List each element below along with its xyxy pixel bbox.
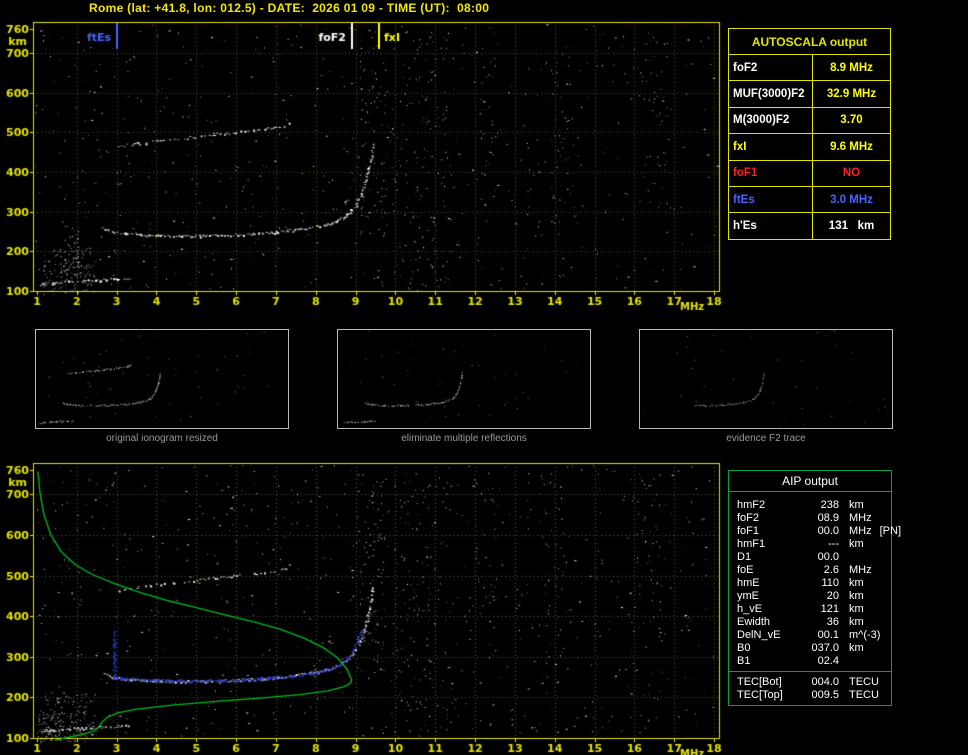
aip-row-value: 037.0	[811, 641, 839, 654]
aip-row-value: 004.0	[811, 675, 839, 688]
aip-row-unit: km	[849, 537, 864, 550]
thumbnail-caption-original: original ionogram resized	[106, 433, 218, 444]
aip-row-label: Ewidth	[737, 615, 771, 628]
aip-row-hme: hmE 110 km	[729, 576, 891, 589]
aip-row-fof2: foF2 08.9 MHz	[729, 511, 891, 524]
aip-output-table: AIP output hmF2 238 km foF2 08.9 MHz foF1 00.0 M…	[728, 470, 901, 706]
autoscala-row-m3000f2: M(3000)F2 3.70	[729, 106, 890, 134]
aip-row-unit: m^(-3)	[849, 628, 881, 641]
aip-row-value: 00.0	[817, 524, 839, 537]
aip-row-hve: h_vE 121 km	[729, 602, 891, 615]
aip-row-value: 238	[820, 498, 839, 511]
top-ionogram-canvas	[0, 13, 728, 313]
aip-row-unit: MHz	[849, 511, 872, 524]
aip-row-unit: km	[849, 641, 864, 654]
autoscala-row-label: foF2	[729, 55, 813, 81]
thumbnail-evidence-canvas	[640, 330, 892, 428]
autoscala-row-muf3000f2: MUF(3000)F2 32.9 MHz	[729, 80, 890, 107]
aip-row-value: 36	[826, 615, 839, 628]
aip-row-label: DelN_vE	[737, 628, 781, 641]
autoscala-table-rows: foF2 8.9 MHz MUF(3000)F2 32.9 MHz M(3000)F2 3…	[729, 54, 890, 239]
aip-row-delnve: DelN_vE 00.1 m^(-3)	[729, 628, 891, 641]
aip-row-label: foF2	[737, 511, 760, 524]
autoscala-row-fof1: foF1 NO	[729, 159, 890, 186]
aip-row-label: hmF2	[737, 498, 766, 511]
aip-table-header: AIP output	[729, 471, 891, 492]
aip-tec-row-tecbot: TEC[Bot] 004.0 TECU	[729, 675, 891, 688]
autoscala-table-header: AUTOSCALA output	[751, 34, 868, 49]
aip-row-unit: km	[849, 615, 864, 628]
aip-row-ewidth: Ewidth 36 km	[729, 615, 891, 628]
aip-row-value: 20	[826, 589, 839, 602]
aip-row-value: 00.1	[817, 628, 839, 641]
autoscala-row-value: 3.0 MHz	[830, 193, 873, 206]
aip-row-label: hmE	[737, 576, 760, 589]
aip-row-unit: TECU	[849, 688, 879, 701]
aip-row-label: B0	[737, 641, 751, 654]
autoscala-row-label: h'Es	[729, 213, 813, 239]
aip-row-label: TEC[Top]	[737, 688, 783, 701]
autoscala-row-label: ftEs	[729, 186, 813, 213]
autoscala-row-value: 8.9 MHz	[830, 61, 873, 74]
autoscala-row-fxi: fxI 9.6 MHz	[729, 133, 890, 160]
thumbnail-caption-evidence: evidence F2 trace	[726, 433, 806, 444]
aip-row-label: B1	[737, 654, 751, 667]
thumbnail-original-canvas	[36, 330, 288, 428]
thumbnail-evidence-f2	[639, 329, 893, 429]
autoscala-row-value: 3.70	[840, 114, 863, 127]
aip-row-value: 121	[820, 602, 839, 615]
autoscala-row-label: fxI	[729, 134, 813, 160]
aip-row-unit: km	[849, 589, 864, 602]
autoscala-output-table: AUTOSCALA output foF2 8.9 MHz MUF(3000)F2 3…	[728, 28, 891, 240]
aip-row-b0: B0 037.0 km	[729, 641, 891, 654]
thumbnail-caption-eliminate: eliminate multiple reflections	[401, 433, 527, 444]
autoscala-row-hes: h'Es 131 km	[729, 212, 890, 239]
autoscala-row-value: 9.6 MHz	[830, 140, 873, 153]
aip-row-unit: km	[849, 576, 864, 589]
aip-row-foe: foE 2.6 MHz	[729, 563, 891, 576]
aip-table-rows: hmF2 238 km foF2 08.9 MHz foF1 00.0 MHz [PN] hmF1 -…	[729, 498, 901, 667]
autoscala-row-value: NO	[842, 167, 861, 180]
aip-row-yme: ymE 20 km	[729, 589, 891, 602]
autoscala-row-value: 131 km	[828, 220, 875, 233]
aip-row-label: h_vE	[737, 602, 763, 615]
aip-row-b1: B1 02.4	[729, 654, 891, 667]
aip-row-note: [PN]	[879, 524, 902, 537]
aip-tec-row-tectop: TEC[Top] 009.5 TECU	[729, 688, 891, 701]
autoscala-row-ftes: ftEs 3.0 MHz	[729, 185, 890, 213]
aip-row-value: 110	[821, 576, 839, 589]
aip-row-unit: TECU	[849, 675, 879, 688]
aip-row-hmf2: hmF2 238 km	[729, 498, 891, 511]
thumbnail-original-ionogram	[35, 329, 289, 429]
aip-row-hmf1: hmF1 --- km	[729, 537, 891, 550]
aip-row-value: ---	[828, 537, 839, 550]
aip-row-fof1: foF1 00.0 MHz [PN]	[729, 524, 901, 537]
autoscala-screen: Rome (lat: +41.8, lon: 012.5) - DATE: 20…	[0, 0, 968, 755]
thumbnail-eliminate-reflections	[337, 329, 591, 429]
aip-row-label: D1	[737, 550, 752, 563]
autoscala-row-label: MUF(3000)F2	[729, 81, 813, 107]
aip-row-value: 02.4	[817, 654, 839, 667]
thumbnail-eliminate-canvas	[338, 330, 590, 428]
aip-row-label: hmF1	[737, 537, 766, 550]
aip-row-unit: MHz	[849, 524, 872, 537]
aip-row-label: TEC[Bot]	[737, 675, 782, 688]
autoscala-row-label: M(3000)F2	[729, 107, 813, 134]
autoscala-row-label: foF1	[729, 160, 813, 186]
aip-row-value: 009.5	[811, 688, 839, 701]
bottom-ionogram-canvas	[0, 453, 728, 755]
aip-row-unit: km	[849, 498, 864, 511]
autoscala-row-value: 32.9 MHz	[826, 88, 877, 101]
aip-row-unit: MHz	[849, 563, 872, 576]
aip-tec-rows: TEC[Bot] 004.0 TECU TEC[Top] 009.5 TECU	[729, 671, 891, 701]
aip-row-label: foE	[737, 563, 754, 576]
aip-row-d1: D1 00.0	[729, 550, 891, 563]
aip-row-label: foF1	[737, 524, 760, 537]
aip-row-label: ymE	[737, 589, 759, 602]
aip-row-value: 08.9	[817, 511, 839, 524]
autoscala-row-fof2: foF2 8.9 MHz	[729, 54, 890, 81]
aip-row-value: 00.0	[817, 550, 839, 563]
aip-row-value: 2.6	[823, 563, 839, 576]
aip-row-unit: km	[849, 602, 864, 615]
